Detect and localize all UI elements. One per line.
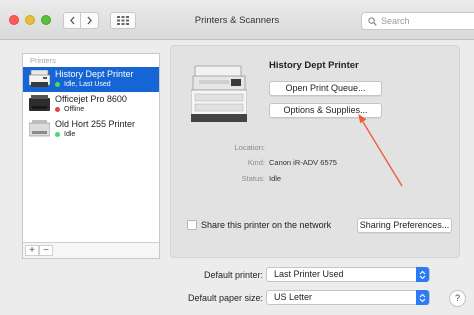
status-dot-icon — [55, 82, 60, 87]
options-supplies-button[interactable]: Options & Supplies... — [269, 103, 382, 118]
share-printer-checkbox[interactable] — [187, 220, 197, 230]
paper-size-label: Default paper size: — [187, 293, 263, 303]
printer-list-item-officejet[interactable]: Officejet Pro 8600 Offline — [23, 92, 159, 117]
kind-value: Canon iR-ADV 6575 — [269, 158, 337, 167]
status-dot-icon — [55, 107, 60, 112]
printer-status-text: Idle — [64, 131, 76, 138]
open-print-queue-button[interactable]: Open Print Queue... — [269, 81, 382, 96]
printer-name: Officejet Pro 8600 — [55, 94, 127, 104]
printer-icon — [29, 95, 50, 111]
printer-list-footer: + − — [23, 242, 159, 258]
add-printer-button[interactable]: + — [25, 245, 39, 256]
share-printer-label: Share this printer on the network — [201, 220, 332, 230]
printer-status: Idle — [55, 131, 75, 138]
printer-name: History Dept Printer — [55, 69, 134, 79]
printer-list[interactable]: Printers History Dept Printer Idle, Last… — [22, 53, 160, 259]
printer-list-item-old-hort[interactable]: Old Hort 255 Printer Idle — [23, 117, 159, 142]
default-printer-label: Default printer: — [203, 270, 263, 280]
default-printer-value: Last Printer Used — [274, 269, 344, 279]
selected-printer-name: History Dept Printer — [269, 60, 359, 71]
printer-status-text: Offline — [64, 106, 85, 113]
printer-status: Idle, Last Used — [55, 81, 111, 88]
printer-icon — [29, 120, 50, 137]
status-dot-icon — [55, 132, 60, 137]
status-value: Idle — [269, 174, 282, 183]
printer-list-item-history-dept[interactable]: History Dept Printer Idle, Last Used — [23, 67, 159, 92]
status-label: Status: — [241, 174, 265, 183]
sharing-preferences-button[interactable]: Sharing Preferences... — [357, 218, 452, 233]
printer-status-text: Idle, Last Used — [64, 81, 111, 88]
location-label: Location: — [234, 143, 265, 152]
printer-name: Old Hort 255 Printer — [55, 119, 136, 129]
paper-size-value: US Letter — [274, 292, 313, 302]
printer-icon — [29, 70, 50, 87]
paper-size-select[interactable]: US Letter — [266, 290, 430, 305]
updown-chevron-icon — [416, 290, 429, 305]
search-placeholder: Search — [381, 16, 410, 26]
updown-chevron-icon — [416, 267, 429, 282]
printers-header: Printers — [30, 56, 56, 65]
default-printer-select[interactable]: Last Printer Used — [266, 267, 430, 282]
kind-label: Kind: — [247, 158, 265, 167]
remove-printer-button[interactable]: − — [39, 245, 53, 256]
title-bar: Printers & Scanners Search — [0, 0, 474, 40]
printer-status: Offline — [55, 106, 84, 113]
search-field[interactable]: Search — [361, 12, 474, 30]
printer-detail-panel: History Dept Printer Open Print Queue...… — [170, 45, 460, 258]
help-button[interactable]: ? — [449, 290, 466, 307]
search-icon — [368, 16, 377, 26]
printer-large-icon — [191, 65, 247, 122]
